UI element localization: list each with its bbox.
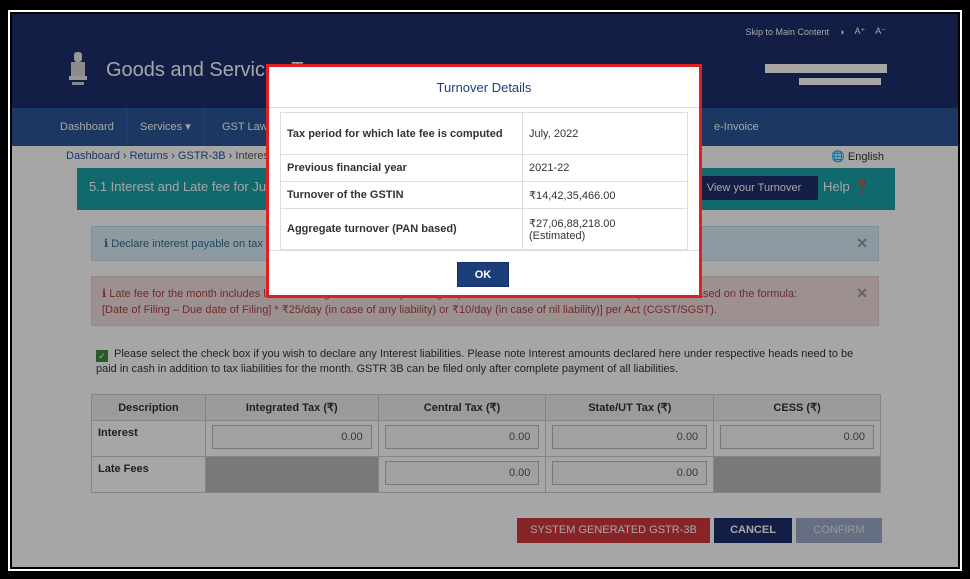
- gst-portal-page: Skip to Main Content ◑ A⁺ A⁻ Goods and S…: [12, 14, 958, 567]
- turnover-value: July, 2022: [522, 112, 688, 155]
- screenshot-frame: Skip to Main Content ◑ A⁺ A⁻ Goods and S…: [0, 0, 970, 579]
- ok-button[interactable]: OK: [457, 262, 509, 287]
- turnover-label: Aggregate turnover (PAN based): [280, 208, 523, 250]
- modal-title: Turnover Details: [436, 80, 532, 95]
- modal-footer-divider: [269, 250, 699, 251]
- turnover-table: Tax period for which late fee is compute…: [280, 112, 688, 250]
- table-row: Previous financial year 2021-22: [280, 154, 688, 182]
- table-row: Tax period for which late fee is compute…: [280, 112, 688, 155]
- table-row: Turnover of the GSTIN ₹14,42,35,466.00: [280, 181, 688, 209]
- turnover-value-cell: ₹27,06,88,218.00 (Estimated): [522, 208, 688, 250]
- turnover-value: ₹14,42,35,466.00: [522, 181, 688, 209]
- turnover-label: Tax period for which late fee is compute…: [280, 112, 523, 155]
- turnover-label: Turnover of the GSTIN: [280, 181, 523, 209]
- turnover-estimate-note: (Estimated): [529, 229, 586, 242]
- modal-divider: [269, 107, 699, 108]
- turnover-value: ₹27,06,88,218.00: [529, 217, 616, 230]
- table-row: Aggregate turnover (PAN based) ₹27,06,88…: [280, 208, 688, 250]
- turnover-details-modal: Turnover Details Tax period for which la…: [266, 64, 702, 298]
- turnover-value: 2021-22: [522, 154, 688, 182]
- turnover-label: Previous financial year: [280, 154, 523, 182]
